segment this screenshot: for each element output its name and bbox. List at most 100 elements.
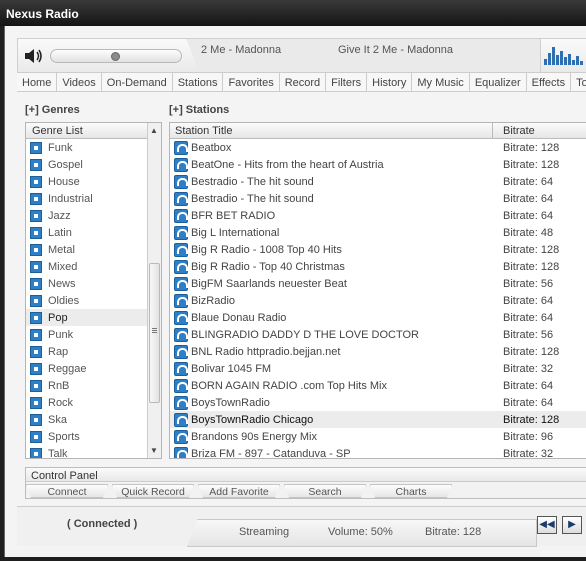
station-row[interactable]: BNL Radio httpradio.bejjan.net Bitrate: 1… <box>170 343 586 360</box>
tab-too[interactable]: Too <box>571 73 586 91</box>
tab-stations[interactable]: Stations <box>173 73 224 91</box>
station-bitrate: Bitrate: 48 <box>503 226 554 239</box>
station-row[interactable]: BigFM Saarlands neuester Beat Bitrate: 56 <box>170 275 586 292</box>
genres-header[interactable]: [+] Genres <box>25 104 80 116</box>
station-row[interactable]: BoysTownRadio Chicago Bitrate: 128 <box>170 411 586 428</box>
tab-filters[interactable]: Filters <box>326 73 368 91</box>
station-title: Big R Radio - 1008 Top 40 Hits <box>191 243 342 256</box>
genre-item[interactable]: Talk <box>26 445 161 458</box>
speaker-icon[interactable] <box>24 47 44 65</box>
station-list: Beatbox Bitrate: 128 BeatOne - Hits from t… <box>170 139 586 459</box>
tab-videos[interactable]: Videos <box>57 73 102 91</box>
tab-record[interactable]: Record <box>280 73 327 91</box>
station-row[interactable]: Big R Radio - Top 40 Christmas Bitrate: 1… <box>170 258 586 275</box>
previous-icon[interactable]: ◀◀ <box>537 516 557 534</box>
tab-equalizer[interactable]: Equalizer <box>470 73 527 91</box>
genre-label: Sports <box>48 430 80 443</box>
station-title: BoysTownRadio Chicago <box>191 413 314 426</box>
stream-state: Streaming <box>239 526 290 538</box>
station-row[interactable]: Bestradio - The hit sound Bitrate: 64 <box>170 173 586 190</box>
genre-item[interactable]: Ska <box>26 411 161 428</box>
charts-button[interactable]: Charts <box>370 484 452 498</box>
add-favorite-button[interactable]: Add Favorite <box>198 484 280 498</box>
genre-item[interactable]: Funk <box>26 139 161 156</box>
station-title: BLINGRADIO DADDY D THE LOVE DOCTOR <box>191 328 419 341</box>
genre-item[interactable]: Rap <box>26 343 161 360</box>
genre-label: RnB <box>48 379 70 392</box>
genre-item[interactable]: Pop <box>26 309 161 326</box>
genre-label: Jazz <box>48 209 71 222</box>
station-title-column[interactable]: Station Title <box>175 125 232 137</box>
headphones-icon <box>174 361 188 376</box>
station-row[interactable]: BeatOne - Hits from the heart of Austria… <box>170 156 586 173</box>
connect-button[interactable]: Connect <box>26 484 108 498</box>
tab-effects[interactable]: Effects <box>527 73 572 91</box>
genre-item[interactable]: Rock <box>26 394 161 411</box>
genre-item[interactable]: Mixed <box>26 258 161 275</box>
genre-item[interactable]: Reggae <box>26 360 161 377</box>
spectrum-icon <box>544 43 583 65</box>
tab-my-music[interactable]: My Music <box>412 73 470 91</box>
play-icon[interactable]: ▶ <box>562 516 582 534</box>
station-row[interactable]: Big R Radio - 1008 Top 40 Hits Bitrate: 1… <box>170 241 586 258</box>
station-row[interactable]: BoysTownRadio Bitrate: 64 <box>170 394 586 411</box>
genre-column-label: Genre List <box>32 125 83 137</box>
genre-item[interactable]: Metal <box>26 241 161 258</box>
genre-icon <box>30 243 42 256</box>
station-title: BizRadio <box>191 294 236 307</box>
tab-favorites[interactable]: Favorites <box>223 73 280 91</box>
station-row[interactable]: Beatbox Bitrate: 128 <box>170 139 586 156</box>
station-title: Bolivar 1045 FM <box>191 362 272 375</box>
genre-item[interactable]: Oldies <box>26 292 161 309</box>
station-row[interactable]: BORN AGAIN RADIO .com Top Hits Mix Bitrat… <box>170 377 586 394</box>
genre-item[interactable]: Gospel <box>26 156 161 173</box>
search-button[interactable]: Search <box>284 484 366 498</box>
station-bitrate: Bitrate: 64 <box>503 379 554 392</box>
genre-item[interactable]: Jazz <box>26 207 161 224</box>
station-title: Briza FM - 897 - Catanduva - SP <box>191 447 351 459</box>
headphones-icon <box>174 276 188 291</box>
station-column-header[interactable]: Station Title Bitrate <box>170 123 586 139</box>
genre-item[interactable]: Industrial <box>26 190 161 207</box>
scroll-up-icon[interactable]: ▲ <box>150 126 158 135</box>
station-bitrate: Bitrate: 32 <box>503 447 554 459</box>
genre-item[interactable]: News <box>26 275 161 292</box>
station-row[interactable]: Brandons 90s Energy Mix Bitrate: 96 <box>170 428 586 445</box>
genre-item[interactable]: Punk <box>26 326 161 343</box>
station-row[interactable]: BLINGRADIO DADDY D THE LOVE DOCTOR Bitrat… <box>170 326 586 343</box>
genre-item[interactable]: House <box>26 173 161 190</box>
station-row[interactable]: BFR BET RADIO Bitrate: 64 <box>170 207 586 224</box>
window-title: Nexus Radio <box>0 0 586 26</box>
bitrate-column[interactable]: Bitrate <box>492 123 535 139</box>
genre-icon <box>30 192 42 205</box>
scroll-down-icon[interactable]: ▼ <box>150 446 158 455</box>
genre-item[interactable]: Latin <box>26 224 161 241</box>
genre-icon <box>30 311 42 324</box>
scroll-thumb[interactable] <box>149 263 160 403</box>
station-bitrate: Bitrate: 56 <box>503 328 554 341</box>
genre-panel: Genre List Funk Gospel House Industrial Jazz… <box>25 122 162 459</box>
station-row[interactable]: Bolivar 1045 FM Bitrate: 32 <box>170 360 586 377</box>
station-row[interactable]: Blaue Donau Radio Bitrate: 64 <box>170 309 586 326</box>
station-row[interactable]: Bestradio - The hit sound Bitrate: 64 <box>170 190 586 207</box>
genre-item[interactable]: Sports <box>26 428 161 445</box>
genre-column-header[interactable]: Genre List <box>26 123 161 139</box>
tab-home[interactable]: Home <box>17 73 58 91</box>
tab-on-demand[interactable]: On-Demand <box>102 73 173 91</box>
genre-scrollbar[interactable]: ▲ ▼ <box>147 123 161 458</box>
station-row[interactable]: Briza FM - 897 - Catanduva - SP Bitrate: … <box>170 445 586 459</box>
headphones-icon <box>174 344 188 359</box>
volume-slider[interactable] <box>50 49 182 63</box>
station-row[interactable]: Big L International Bitrate: 48 <box>170 224 586 241</box>
headphones-icon <box>174 174 188 189</box>
genre-item[interactable]: RnB <box>26 377 161 394</box>
quick-record-button[interactable]: Quick Record <box>112 484 194 498</box>
tab-history[interactable]: History <box>367 73 413 91</box>
stations-header[interactable]: [+] Stations <box>169 104 229 116</box>
genre-icon <box>30 413 42 426</box>
station-bitrate: Bitrate: 96 <box>503 430 554 443</box>
volume-knob[interactable] <box>111 52 120 61</box>
genre-icon <box>30 175 42 188</box>
genre-icon <box>30 260 42 273</box>
station-row[interactable]: BizRadio Bitrate: 64 <box>170 292 586 309</box>
